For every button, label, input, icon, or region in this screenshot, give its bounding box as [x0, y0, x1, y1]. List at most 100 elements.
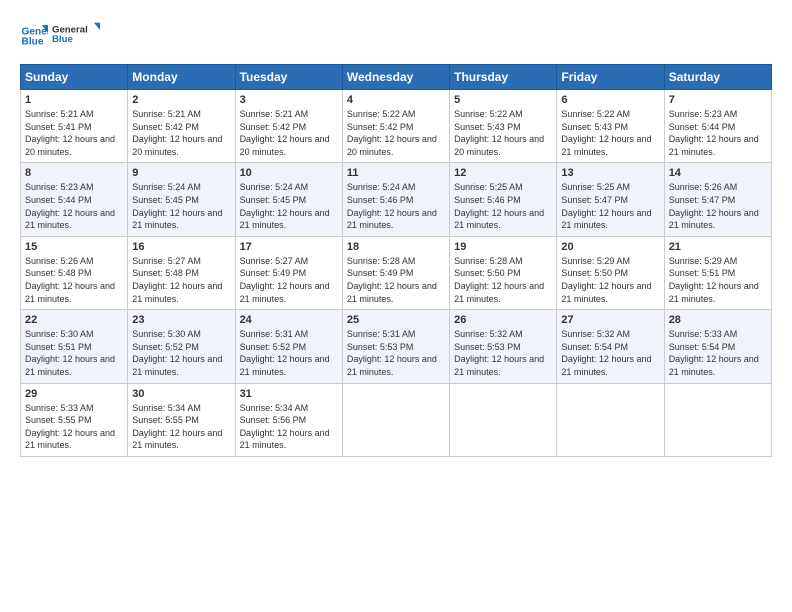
- calendar-cell: 28 Sunrise: 5:33 AM Sunset: 5:54 PM Dayli…: [664, 310, 771, 383]
- day-number: 30: [132, 388, 230, 400]
- day-info: Sunrise: 5:24 AM Sunset: 5:45 PM Dayligh…: [240, 181, 338, 231]
- day-info: Sunrise: 5:24 AM Sunset: 5:46 PM Dayligh…: [347, 181, 445, 231]
- col-thursday: Thursday: [450, 65, 557, 90]
- day-info: Sunrise: 5:28 AM Sunset: 5:50 PM Dayligh…: [454, 255, 552, 305]
- day-number: 28: [669, 314, 767, 326]
- calendar-page: General Blue General Blue Sun: [0, 0, 792, 612]
- day-info: Sunrise: 5:30 AM Sunset: 5:52 PM Dayligh…: [132, 328, 230, 378]
- col-monday: Monday: [128, 65, 235, 90]
- day-info: Sunrise: 5:28 AM Sunset: 5:49 PM Dayligh…: [347, 255, 445, 305]
- calendar-cell: 7 Sunrise: 5:23 AM Sunset: 5:44 PM Daylig…: [664, 90, 771, 163]
- day-info: Sunrise: 5:30 AM Sunset: 5:51 PM Dayligh…: [25, 328, 123, 378]
- calendar-cell: 17 Sunrise: 5:27 AM Sunset: 5:49 PM Dayli…: [235, 236, 342, 309]
- calendar-cell: 13 Sunrise: 5:25 AM Sunset: 5:47 PM Dayli…: [557, 163, 664, 236]
- calendar-cell: 21Sunrise: 5:29 AM Sunset: 5:51 PM Dayli…: [664, 236, 771, 309]
- day-number: 26: [454, 314, 552, 326]
- calendar-cell: [450, 383, 557, 456]
- day-info: Sunrise: 5:25 AM Sunset: 5:47 PM Dayligh…: [561, 181, 659, 231]
- day-info: Sunrise: 5:24 AM Sunset: 5:45 PM Dayligh…: [132, 181, 230, 231]
- col-tuesday: Tuesday: [235, 65, 342, 90]
- day-number: 11: [347, 167, 445, 179]
- calendar-cell: 19 Sunrise: 5:28 AM Sunset: 5:50 PM Dayli…: [450, 236, 557, 309]
- day-info: Sunrise: 5:31 AM Sunset: 5:53 PM Dayligh…: [347, 328, 445, 378]
- calendar-cell: 5Sunrise: 5:22 AM Sunset: 5:43 PM Daylig…: [450, 90, 557, 163]
- day-info: Sunrise: 5:33 AM Sunset: 5:54 PM Dayligh…: [669, 328, 767, 378]
- calendar-table: Sunday Monday Tuesday Wednesday Thursday…: [20, 64, 772, 457]
- svg-text:Blue: Blue: [22, 37, 44, 48]
- day-info: Sunrise: 5:29 AM Sunset: 5:50 PM Dayligh…: [561, 255, 659, 305]
- calendar-cell: 6 Sunrise: 5:22 AM Sunset: 5:43 PM Daylig…: [557, 90, 664, 163]
- calendar-cell: 3 Sunrise: 5:21 AM Sunset: 5:42 PM Daylig…: [235, 90, 342, 163]
- day-info: Sunrise: 5:23 AM Sunset: 5:44 PM Dayligh…: [669, 108, 767, 158]
- day-number: 7: [669, 94, 767, 106]
- day-info: Sunrise: 5:25 AM Sunset: 5:46 PM Dayligh…: [454, 181, 552, 231]
- header: General Blue General Blue: [20, 18, 772, 54]
- calendar-cell: 9Sunrise: 5:24 AM Sunset: 5:45 PM Daylig…: [128, 163, 235, 236]
- day-info: Sunrise: 5:31 AM Sunset: 5:52 PM Dayligh…: [240, 328, 338, 378]
- calendar-cell: 26 Sunrise: 5:32 AM Sunset: 5:53 PM Dayli…: [450, 310, 557, 383]
- day-info: Sunrise: 5:27 AM Sunset: 5:48 PM Dayligh…: [132, 255, 230, 305]
- day-number: 13: [561, 167, 659, 179]
- day-number: 19: [454, 241, 552, 253]
- day-info: Sunrise: 5:32 AM Sunset: 5:53 PM Dayligh…: [454, 328, 552, 378]
- calendar-week-row: 1 Sunrise: 5:21 AM Sunset: 5:41 PM Daylig…: [21, 90, 772, 163]
- day-info: Sunrise: 5:21 AM Sunset: 5:41 PM Dayligh…: [25, 108, 123, 158]
- calendar-cell: 8 Sunrise: 5:23 AM Sunset: 5:44 PM Daylig…: [21, 163, 128, 236]
- day-info: Sunrise: 5:34 AM Sunset: 5:55 PM Dayligh…: [132, 402, 230, 452]
- day-number: 16: [132, 241, 230, 253]
- calendar-cell: 12 Sunrise: 5:25 AM Sunset: 5:46 PM Dayli…: [450, 163, 557, 236]
- calendar-cell: 20 Sunrise: 5:29 AM Sunset: 5:50 PM Dayli…: [557, 236, 664, 309]
- day-number: 5: [454, 94, 552, 106]
- day-info: Sunrise: 5:26 AM Sunset: 5:47 PM Dayligh…: [669, 181, 767, 231]
- day-number: 3: [240, 94, 338, 106]
- day-number: 27: [561, 314, 659, 326]
- day-number: 18: [347, 241, 445, 253]
- day-number: 14: [669, 167, 767, 179]
- day-info: Sunrise: 5:21 AM Sunset: 5:42 PM Dayligh…: [132, 108, 230, 158]
- day-info: Sunrise: 5:26 AM Sunset: 5:48 PM Dayligh…: [25, 255, 123, 305]
- calendar-cell: 24 Sunrise: 5:31 AM Sunset: 5:52 PM Dayli…: [235, 310, 342, 383]
- day-number: 1: [25, 94, 123, 106]
- day-number: 6: [561, 94, 659, 106]
- calendar-cell: 25Sunrise: 5:31 AM Sunset: 5:53 PM Dayli…: [342, 310, 449, 383]
- header-row: Sunday Monday Tuesday Wednesday Thursday…: [21, 65, 772, 90]
- col-sunday: Sunday: [21, 65, 128, 90]
- day-number: 24: [240, 314, 338, 326]
- day-number: 12: [454, 167, 552, 179]
- day-info: Sunrise: 5:33 AM Sunset: 5:55 PM Dayligh…: [25, 402, 123, 452]
- col-friday: Friday: [557, 65, 664, 90]
- day-number: 8: [25, 167, 123, 179]
- calendar-cell: 4Sunrise: 5:22 AM Sunset: 5:42 PM Daylig…: [342, 90, 449, 163]
- calendar-week-row: 22 Sunrise: 5:30 AM Sunset: 5:51 PM Dayli…: [21, 310, 772, 383]
- calendar-week-row: 29 Sunrise: 5:33 AM Sunset: 5:55 PM Dayli…: [21, 383, 772, 456]
- calendar-cell: [557, 383, 664, 456]
- day-number: 31: [240, 388, 338, 400]
- calendar-cell: 31 Sunrise: 5:34 AM Sunset: 5:56 PM Dayli…: [235, 383, 342, 456]
- day-number: 4: [347, 94, 445, 106]
- day-number: 21: [669, 241, 767, 253]
- day-number: 22: [25, 314, 123, 326]
- svg-text:Blue: Blue: [52, 34, 73, 45]
- calendar-cell: 15Sunrise: 5:26 AM Sunset: 5:48 PM Dayli…: [21, 236, 128, 309]
- calendar-week-row: 8 Sunrise: 5:23 AM Sunset: 5:44 PM Daylig…: [21, 163, 772, 236]
- day-info: Sunrise: 5:34 AM Sunset: 5:56 PM Dayligh…: [240, 402, 338, 452]
- calendar-cell: [342, 383, 449, 456]
- calendar-cell: 18 Sunrise: 5:28 AM Sunset: 5:49 PM Dayli…: [342, 236, 449, 309]
- day-number: 20: [561, 241, 659, 253]
- calendar-cell: 30 Sunrise: 5:34 AM Sunset: 5:55 PM Dayli…: [128, 383, 235, 456]
- day-info: Sunrise: 5:21 AM Sunset: 5:42 PM Dayligh…: [240, 108, 338, 158]
- day-info: Sunrise: 5:22 AM Sunset: 5:43 PM Dayligh…: [561, 108, 659, 158]
- calendar-cell: 22 Sunrise: 5:30 AM Sunset: 5:51 PM Dayli…: [21, 310, 128, 383]
- day-number: 29: [25, 388, 123, 400]
- calendar-cell: 2Sunrise: 5:21 AM Sunset: 5:42 PM Daylig…: [128, 90, 235, 163]
- calendar-cell: 29 Sunrise: 5:33 AM Sunset: 5:55 PM Dayli…: [21, 383, 128, 456]
- day-number: 17: [240, 241, 338, 253]
- day-number: 23: [132, 314, 230, 326]
- day-info: Sunrise: 5:27 AM Sunset: 5:49 PM Dayligh…: [240, 255, 338, 305]
- logo: General Blue General Blue: [20, 18, 100, 54]
- calendar-cell: 10 Sunrise: 5:24 AM Sunset: 5:45 PM Dayli…: [235, 163, 342, 236]
- day-info: Sunrise: 5:23 AM Sunset: 5:44 PM Dayligh…: [25, 181, 123, 231]
- day-number: 10: [240, 167, 338, 179]
- calendar-cell: [664, 383, 771, 456]
- calendar-cell: 16 Sunrise: 5:27 AM Sunset: 5:48 PM Dayli…: [128, 236, 235, 309]
